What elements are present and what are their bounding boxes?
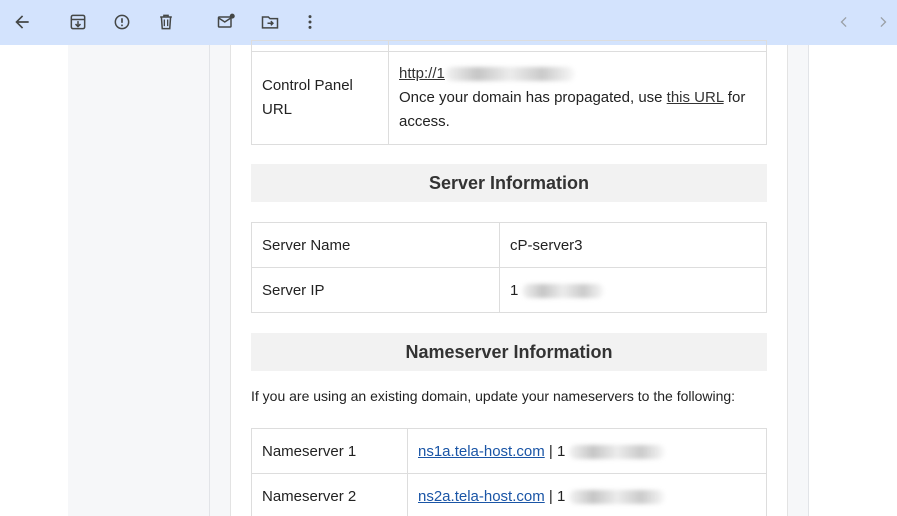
server-name-label: Server Name	[251, 222, 500, 268]
server-info-table: Server Name cP-server3 Server IP 1	[251, 222, 767, 313]
back-arrow-icon	[15, 15, 29, 29]
nameserver-table: Nameserver 1 ns1a.tela-host.com | 1 Name…	[251, 428, 767, 516]
more-options-button[interactable]	[297, 9, 323, 35]
delete-button[interactable]	[153, 9, 179, 35]
nameserver-2-link[interactable]: ns2a.tela-host.com	[418, 488, 545, 505]
divider	[209, 45, 210, 516]
server-info-heading: Server Information	[251, 164, 767, 202]
table-row: Nameserver 2 ns2a.tela-host.com | 1	[251, 473, 767, 516]
right-gutter	[809, 45, 897, 516]
table-row: Control Panel URL http://1 Once your dom…	[251, 51, 767, 145]
control-panel-value: http://1 Once your domain has propagated…	[388, 51, 767, 145]
older-button[interactable]	[870, 9, 896, 35]
redacted-text	[444, 67, 575, 82]
nameserver-intro: If you are using an existing domain, upd…	[251, 388, 736, 404]
nameserver-2-value: ns2a.tela-host.com | 1	[407, 473, 767, 516]
table-row: Nameserver 1 ns1a.tela-host.com | 1	[251, 428, 767, 474]
back-button[interactable]	[9, 9, 35, 35]
report-spam-button[interactable]	[109, 9, 135, 35]
nameserver-1-link[interactable]: ns1a.tela-host.com	[418, 443, 545, 460]
archive-button[interactable]	[65, 9, 91, 35]
redacted-text	[569, 489, 666, 504]
newer-icon	[840, 16, 847, 28]
redacted-text	[569, 444, 666, 459]
nameserver-2-label: Nameserver 2	[251, 473, 408, 516]
older-icon	[880, 16, 887, 28]
left-gutter	[0, 45, 68, 516]
control-panel-label: Control Panel URL	[251, 51, 389, 145]
table-row	[251, 40, 767, 52]
redacted-text	[522, 283, 605, 298]
mark-unread-button[interactable]	[213, 9, 239, 35]
archive-icon	[70, 14, 86, 30]
control-panel-table: Control Panel URL http://1 Once your dom…	[251, 40, 767, 145]
delete-icon	[160, 14, 172, 30]
server-ip-value: 1	[499, 267, 767, 313]
nameserver-info-heading: Nameserver Information	[251, 333, 767, 371]
move-to-icon	[261, 16, 279, 29]
mark-unread-icon	[217, 13, 235, 28]
table-row: Server Name cP-server3	[251, 222, 767, 268]
message-toolbar	[0, 0, 897, 45]
more-options-icon	[308, 15, 312, 29]
move-to-button[interactable]	[257, 9, 283, 35]
table-row: Server IP 1	[251, 267, 767, 313]
server-ip-label: Server IP	[251, 267, 500, 313]
nameserver-1-label: Nameserver 1	[251, 428, 408, 474]
newer-button[interactable]	[831, 9, 857, 35]
report-spam-icon	[114, 14, 130, 30]
control-panel-url-link[interactable]: http://1	[399, 65, 445, 82]
server-name-value: cP-server3	[499, 222, 767, 268]
this-url-link[interactable]: this URL	[667, 89, 724, 106]
nameserver-1-value: ns1a.tela-host.com | 1	[407, 428, 767, 474]
